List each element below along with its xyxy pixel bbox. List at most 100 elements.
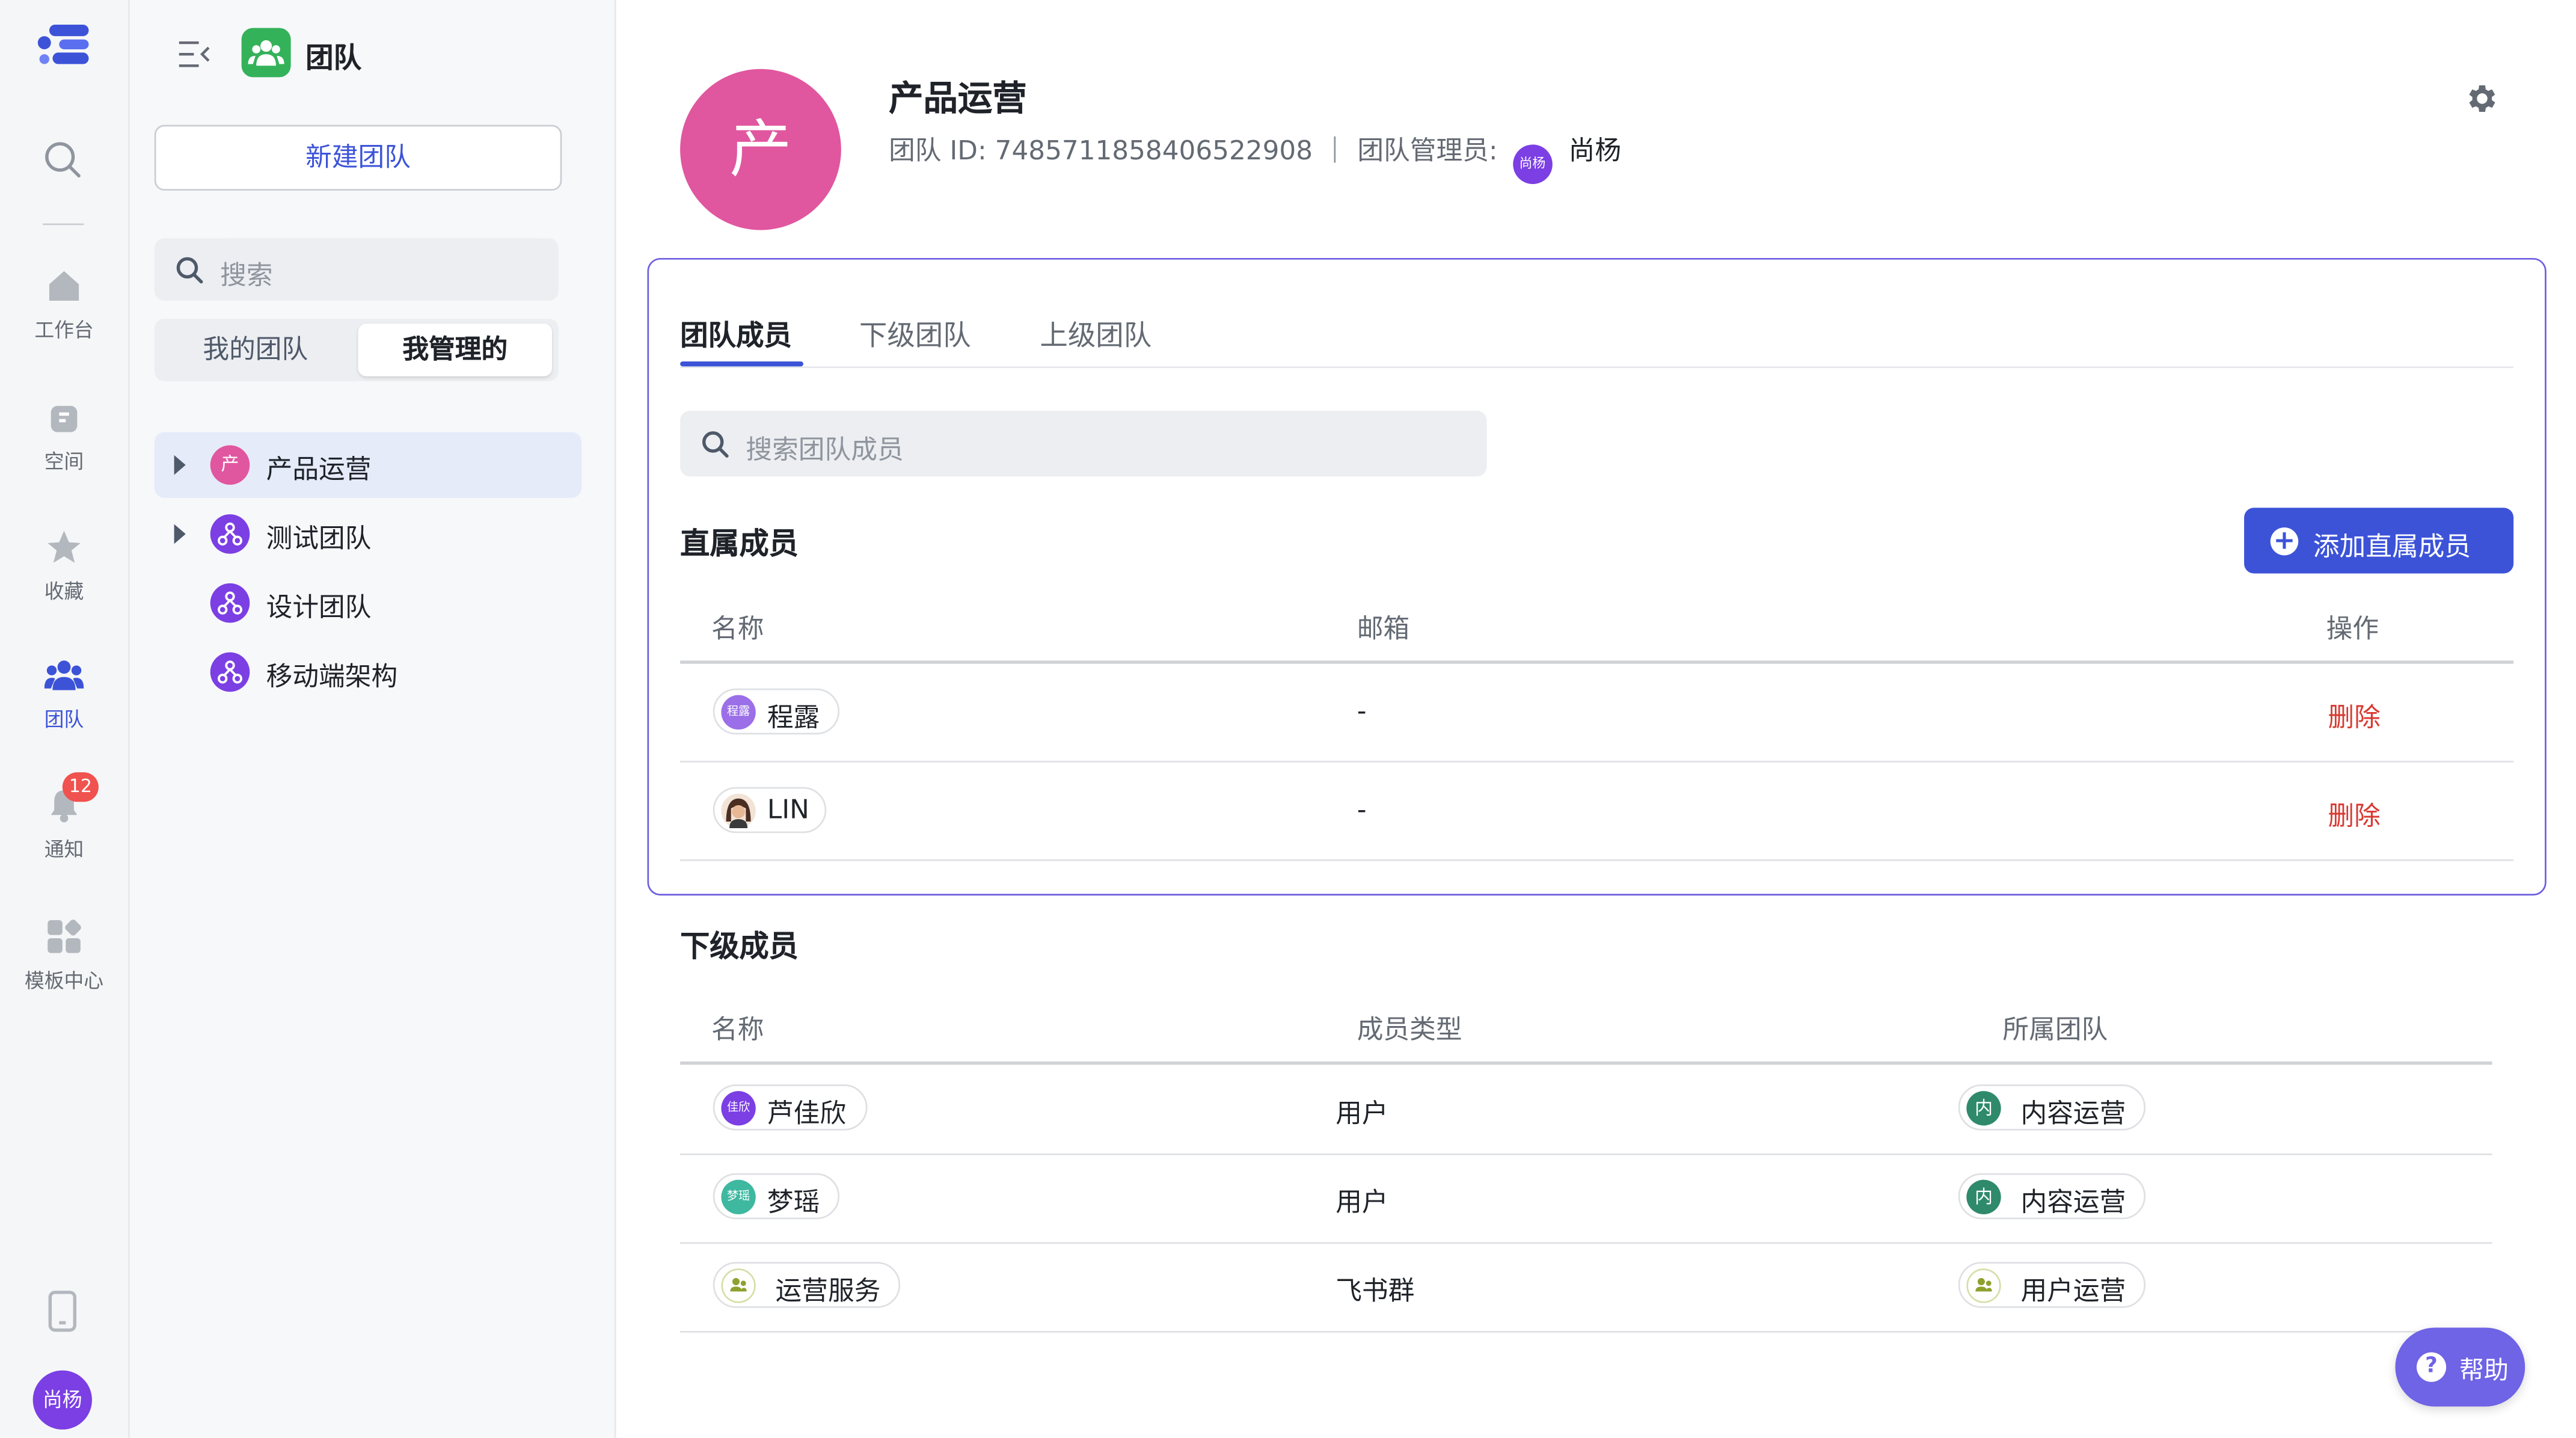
group-chip[interactable]: 运营服务 — [713, 1262, 901, 1308]
rail-item-team[interactable]: 团队 — [0, 657, 128, 733]
tab-team-members[interactable]: 团队成员 — [680, 312, 792, 354]
rail-item-workbench[interactable]: 工作台 — [0, 268, 128, 343]
member-email: - — [1357, 793, 1367, 825]
search-icon[interactable] — [43, 140, 82, 179]
team-id-value: 7485711858406522908 — [995, 135, 1313, 166]
segment-my-teams[interactable]: 我的团队 — [161, 324, 350, 376]
home-icon — [49, 271, 79, 301]
team-tree-item-test[interactable]: 测试团队 — [155, 501, 581, 567]
settings-gear-icon[interactable] — [2462, 81, 2498, 117]
member-avatar: 佳欣 — [721, 1091, 756, 1126]
member-name: 程露 — [767, 701, 820, 733]
meta-divider — [1334, 136, 1336, 163]
direct-members-title: 直属成员 — [680, 527, 799, 562]
row-divider — [680, 1242, 2492, 1244]
rail-item-favorites[interactable]: 收藏 — [0, 529, 128, 605]
team-tree-label: 测试团队 — [266, 522, 372, 554]
plus-circle-icon: + — [2270, 527, 2299, 556]
expand-arrow-icon[interactable] — [174, 455, 186, 475]
user-avatar[interactable]: 尚杨 — [32, 1370, 92, 1430]
rail-item-notifications[interactable]: 通知 — [0, 787, 128, 863]
mobile-icon[interactable] — [48, 1290, 77, 1333]
rail-label-favorites: 收藏 — [44, 580, 84, 603]
member-search-input[interactable]: 搜索团队成员 — [680, 411, 1487, 477]
column-header-action: 操作 — [2326, 613, 2379, 644]
delete-member-link[interactable]: 删除 — [2328, 695, 2380, 735]
team-org-icon — [210, 583, 250, 623]
member-email: - — [1357, 695, 1367, 727]
expand-arrow-icon[interactable] — [174, 524, 186, 544]
add-direct-member-button[interactable]: + 添加直属成员 — [2244, 508, 2514, 574]
member-chip[interactable]: LIN — [713, 787, 827, 834]
column-header-name: 名称 — [711, 613, 764, 644]
rail-label-workbench: 工作台 — [34, 319, 94, 342]
member-type: 飞书群 — [1336, 1275, 1415, 1307]
column-header-team: 所属团队 — [2002, 1013, 2108, 1045]
member-name: LIN — [767, 793, 809, 825]
tab-sub-teams[interactable]: 下级团队 — [859, 312, 971, 354]
search-icon — [176, 257, 203, 284]
team-chip-name: 内容运营 — [2020, 1186, 2126, 1218]
rail-item-space[interactable]: 空间 — [0, 402, 128, 475]
admin-label: 团队管理员: — [1357, 135, 1498, 166]
collapse-sidebar-icon[interactable] — [177, 40, 210, 69]
team-members-panel — [647, 257, 2547, 896]
page-title: 产品运营 — [889, 79, 1027, 118]
team-search-input[interactable]: 搜索 — [154, 238, 559, 301]
team-filter-segment: 我的团队 我管理的 — [154, 319, 559, 381]
member-chip[interactable]: 梦瑶 梦瑶 — [713, 1173, 840, 1220]
team-chip[interactable]: 内 内容运营 — [1958, 1084, 2146, 1131]
notification-badge: 12 — [62, 772, 99, 802]
search-icon — [702, 431, 729, 458]
space-icon — [51, 405, 78, 432]
row-divider — [680, 760, 2514, 763]
group-icon — [721, 1268, 756, 1303]
team-tree-label: 设计团队 — [266, 591, 372, 623]
member-name: 梦瑶 — [767, 1186, 820, 1218]
team-chip-name: 用户运营 — [2020, 1275, 2126, 1307]
team-app-icon — [241, 28, 291, 78]
team-tree-item-design[interactable]: 设计团队 — [155, 570, 581, 636]
member-avatar: 程露 — [721, 695, 756, 730]
rail-divider — [43, 223, 84, 226]
team-chip-avatar: 内 — [1966, 1179, 2001, 1215]
member-type: 用户 — [1336, 1098, 1388, 1129]
rail-label-space: 空间 — [44, 450, 84, 473]
sub-members-title: 下级成员 — [680, 930, 799, 965]
team-chip-name: 内容运营 — [2020, 1098, 2126, 1129]
left-rail: 工作台 空间 收藏 团队 通知 12 模板中心 尚杨 — [0, 0, 130, 1438]
team-tree-item-product-ops[interactable]: 产 产品运营 — [154, 432, 582, 498]
team-sidebar: 团队 新建团队 搜索 我的团队 我管理的 产 产品运营 测试团队 设计团队 移动… — [129, 0, 616, 1438]
member-search-placeholder: 搜索团队成员 — [746, 434, 904, 466]
help-button[interactable]: ? 帮助 — [2395, 1327, 2525, 1407]
member-photo-avatar — [721, 793, 756, 828]
team-chip-avatar: 内 — [1966, 1091, 2001, 1126]
table-header-divider — [680, 1061, 2492, 1065]
team-org-icon — [210, 652, 250, 692]
active-tab-indicator — [680, 361, 803, 367]
segment-managed[interactable]: 我管理的 — [358, 324, 552, 376]
team-chip[interactable]: 用户运营 — [1958, 1262, 2146, 1308]
member-chip[interactable]: 程露 程露 — [713, 688, 840, 735]
member-chip[interactable]: 佳欣 芦佳欣 — [713, 1084, 868, 1131]
member-avatar: 梦瑶 — [721, 1179, 756, 1215]
team-chip[interactable]: 内 内容运营 — [1958, 1173, 2146, 1220]
tab-parent-teams[interactable]: 上级团队 — [1040, 312, 1152, 354]
app-logo-icon[interactable] — [36, 23, 92, 66]
star-icon — [48, 530, 81, 563]
admin-avatar: 尚杨 — [1512, 144, 1553, 184]
column-header-member-type: 成员类型 — [1357, 1013, 1462, 1045]
team-id-label: 团队 ID: — [889, 135, 987, 166]
delete-member-link[interactable]: 删除 — [2328, 794, 2380, 834]
member-name: 运营服务 — [775, 1275, 881, 1307]
rail-label-team: 团队 — [44, 708, 84, 731]
team-meta: 团队 ID: 7485711858406522908 团队管理员: 尚杨 尚杨 — [889, 128, 1621, 184]
new-team-button[interactable]: 新建团队 — [154, 124, 562, 191]
column-header-name: 名称 — [711, 1013, 764, 1045]
team-tree-item-mobile-arch[interactable]: 移动端架构 — [155, 639, 581, 705]
column-header-email: 邮箱 — [1357, 613, 1410, 644]
rail-item-templates[interactable]: 模板中心 — [0, 918, 128, 994]
admin-name[interactable]: 尚杨 — [1569, 135, 1621, 166]
team-avatar: 产 — [210, 445, 250, 485]
row-divider — [680, 1153, 2492, 1155]
